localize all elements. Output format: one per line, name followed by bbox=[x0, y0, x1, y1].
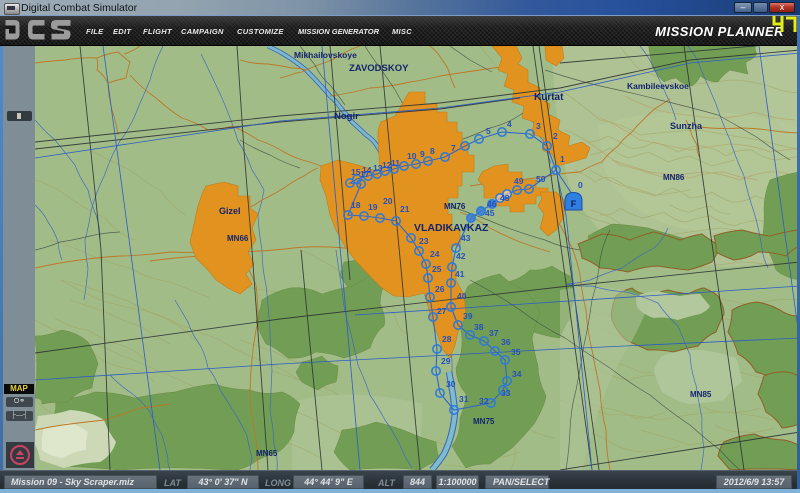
svg-text:33: 33 bbox=[501, 388, 511, 398]
svg-text:29: 29 bbox=[441, 356, 451, 366]
svg-text:0: 0 bbox=[578, 180, 583, 190]
svg-text:43: 43 bbox=[461, 233, 471, 243]
svg-text:4: 4 bbox=[507, 119, 512, 129]
svg-text:Mikhailovskoye: Mikhailovskoye bbox=[294, 50, 357, 60]
svg-text:38: 38 bbox=[474, 322, 484, 332]
svg-text:32: 32 bbox=[479, 396, 489, 406]
svg-text:2: 2 bbox=[553, 131, 558, 141]
svg-text:18: 18 bbox=[351, 200, 361, 210]
svg-text:25: 25 bbox=[432, 264, 442, 274]
svg-text:36: 36 bbox=[501, 337, 511, 347]
svg-text:Kurtat: Kurtat bbox=[534, 92, 564, 103]
svg-text:Sunzha: Sunzha bbox=[670, 121, 703, 131]
svg-text:9: 9 bbox=[420, 149, 425, 159]
svg-text:37: 37 bbox=[489, 328, 499, 338]
svg-text:28: 28 bbox=[442, 334, 452, 344]
svg-text:50: 50 bbox=[536, 174, 546, 184]
svg-text:Kambileevskoe: Kambileevskoe bbox=[627, 81, 689, 91]
svg-text:13: 13 bbox=[373, 163, 383, 173]
svg-text:11: 11 bbox=[391, 158, 400, 168]
svg-text:45: 45 bbox=[485, 208, 495, 218]
svg-text:MN85: MN85 bbox=[690, 390, 712, 399]
svg-text:24: 24 bbox=[430, 249, 440, 259]
svg-text:MN86: MN86 bbox=[663, 173, 685, 182]
svg-text:49: 49 bbox=[514, 176, 524, 186]
svg-text:19: 19 bbox=[368, 202, 378, 212]
svg-text:MN75: MN75 bbox=[473, 417, 495, 426]
svg-text:MN76: MN76 bbox=[444, 202, 466, 211]
svg-text:MN66: MN66 bbox=[227, 234, 249, 243]
svg-text:Gizel: Gizel bbox=[219, 206, 241, 216]
svg-text:34: 34 bbox=[512, 369, 522, 379]
svg-text:27: 27 bbox=[437, 306, 447, 316]
svg-text:3: 3 bbox=[536, 121, 541, 131]
svg-text:46: 46 bbox=[487, 199, 497, 209]
svg-text:31: 31 bbox=[459, 394, 469, 404]
svg-text:Nogir: Nogir bbox=[334, 111, 359, 122]
svg-text:7: 7 bbox=[451, 143, 456, 153]
svg-text:40: 40 bbox=[457, 291, 467, 301]
svg-text:ZAVODSKOY: ZAVODSKOY bbox=[349, 63, 409, 74]
svg-text:26: 26 bbox=[435, 284, 445, 294]
svg-text:21: 21 bbox=[400, 204, 410, 214]
svg-text:23: 23 bbox=[419, 236, 429, 246]
svg-text:41: 41 bbox=[455, 269, 465, 279]
svg-text:10: 10 bbox=[407, 151, 417, 161]
svg-text:5: 5 bbox=[486, 126, 491, 136]
svg-text:12: 12 bbox=[382, 160, 392, 170]
svg-text:48: 48 bbox=[500, 193, 510, 203]
svg-text:39: 39 bbox=[463, 311, 473, 321]
svg-text:8: 8 bbox=[430, 146, 435, 156]
svg-text:17: 17 bbox=[360, 169, 370, 179]
svg-text:VLADIKAVKAZ: VLADIKAVKAZ bbox=[414, 222, 489, 234]
svg-text:1: 1 bbox=[560, 154, 565, 164]
svg-text:MN65: MN65 bbox=[256, 449, 278, 458]
svg-text:30: 30 bbox=[446, 379, 456, 389]
svg-text:42: 42 bbox=[456, 251, 466, 261]
svg-text:20: 20 bbox=[383, 196, 393, 206]
svg-text:35: 35 bbox=[511, 347, 521, 357]
svg-text:F: F bbox=[571, 199, 577, 209]
